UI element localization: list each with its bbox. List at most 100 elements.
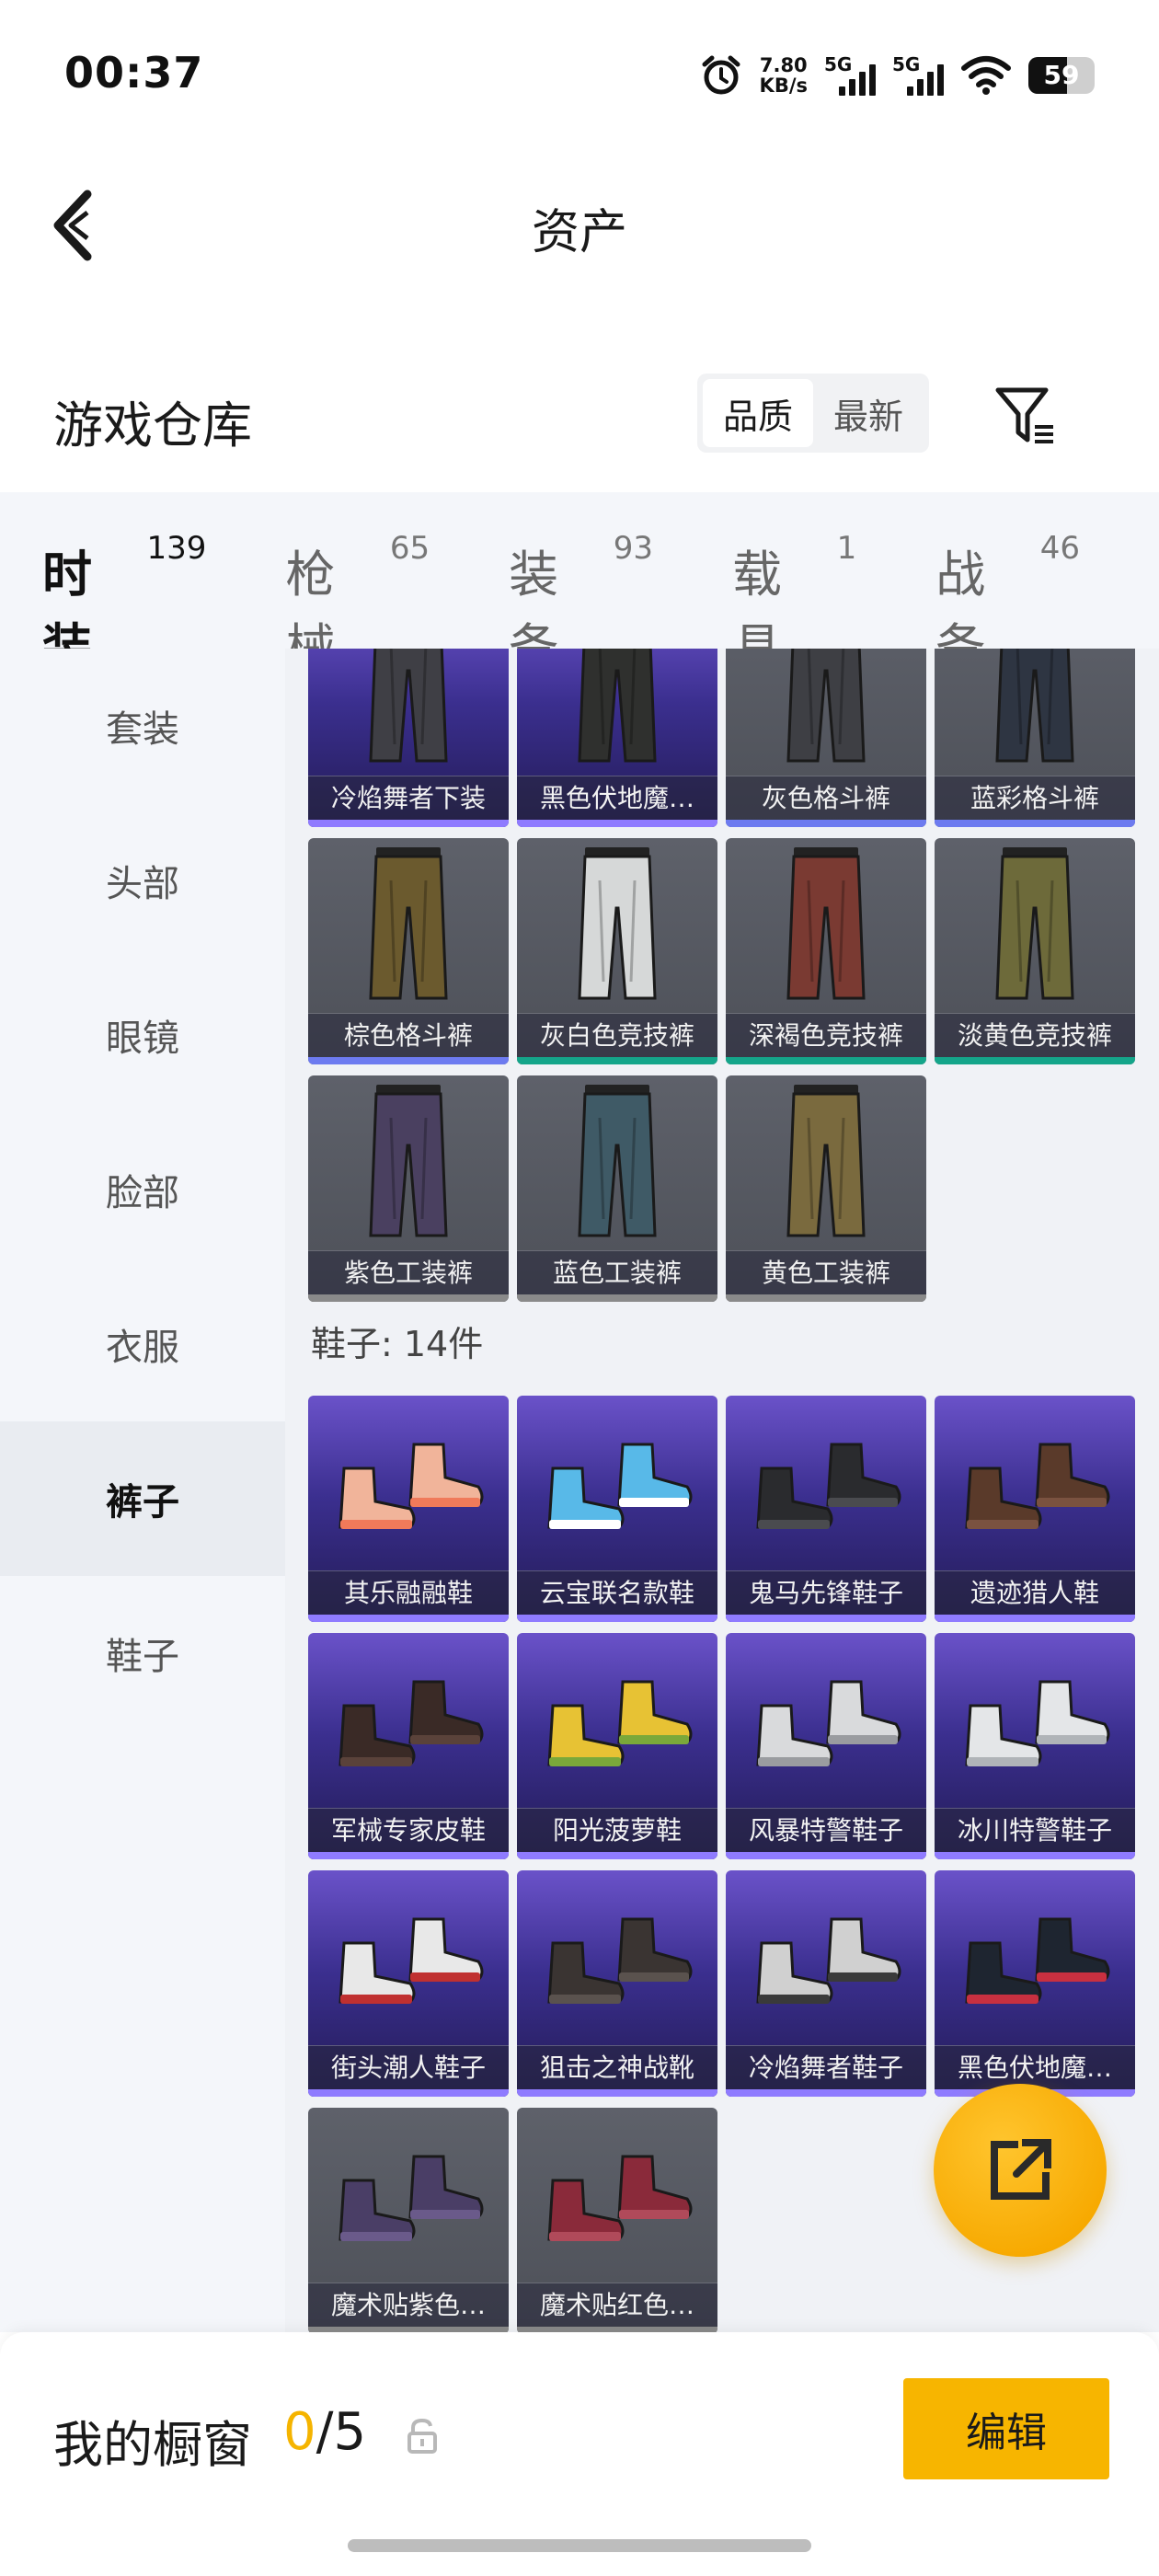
shoe-image [756, 1917, 901, 2004]
item-card[interactable]: 深褐色竞技裤 [726, 838, 926, 1064]
share-external-icon [991, 2139, 1051, 2200]
item-name: 蓝彩格斗裤 [935, 776, 1135, 820]
item-art [726, 649, 926, 774]
item-card[interactable]: 灰色格斗裤 [726, 649, 926, 827]
rarity-bar [726, 1615, 926, 1622]
item-card[interactable]: 魔术贴红色… [517, 2108, 717, 2332]
subcategory-shoes[interactable]: 鞋子 [0, 1576, 285, 1731]
status-time: 00:37 [64, 48, 204, 98]
item-art [517, 2108, 717, 2281]
item-card[interactable]: 淡黄色竞技裤 [935, 838, 1135, 1064]
item-art [308, 1870, 509, 2043]
rarity-bar [308, 1057, 509, 1064]
home-indicator[interactable] [348, 2539, 811, 2552]
item-card[interactable]: 冰川特警鞋子 [935, 1633, 1135, 1859]
item-name: 黄色工装裤 [726, 1250, 926, 1294]
item-card[interactable]: 遗迹猎人鞋 [935, 1396, 1135, 1622]
item-name: 紫色工装裤 [308, 1250, 509, 1294]
item-art [308, 1396, 509, 1569]
net-speed-value: 7.80 [759, 54, 808, 76]
item-card[interactable]: 其乐融融鞋 [308, 1396, 509, 1622]
item-card[interactable]: 蓝色工装裤 [517, 1075, 717, 1302]
subcategory-head[interactable]: 头部 [0, 803, 285, 958]
item-art [726, 1633, 926, 1806]
item-art [517, 1075, 717, 1248]
tab-tactical-gear[interactable]: 战备 46 [935, 530, 1080, 676]
wifi-icon [960, 55, 1012, 96]
item-name: 魔术贴紫色… [308, 2283, 509, 2327]
subcategory-pants[interactable]: 裤子 [0, 1421, 285, 1576]
rarity-bar [308, 2089, 509, 2097]
item-card[interactable]: 棕色格斗裤 [308, 838, 509, 1064]
item-card[interactable]: 狙击之神战靴 [517, 1870, 717, 2097]
shoe-image [339, 2155, 484, 2241]
rarity-bar [726, 1294, 926, 1302]
item-art [726, 1396, 926, 1569]
item-name: 冷焰舞者下装 [308, 776, 509, 820]
pants-image [578, 649, 657, 763]
signal-5g-icon: 5G [824, 53, 876, 98]
item-art [308, 838, 509, 1011]
rarity-bar [517, 2089, 717, 2097]
showcase-total: /5 [316, 2402, 367, 2462]
item-name: 蓝色工装裤 [517, 1250, 717, 1294]
item-card[interactable]: 蓝彩格斗裤 [935, 649, 1135, 827]
tab-fashion[interactable]: 时装 139 [42, 530, 206, 676]
item-card[interactable]: 云宝联名款鞋 [517, 1396, 717, 1622]
showcase-current: 0 [283, 2402, 316, 2462]
item-card[interactable]: 鬼马先锋鞋子 [726, 1396, 926, 1622]
subcategory-glasses[interactable]: 眼镜 [0, 958, 285, 1112]
page-title: 资产 [531, 205, 627, 260]
item-list[interactable]: 冷焰舞者下装 黑色伏地魔… 灰色格斗裤 蓝彩格斗裤 棕色格斗裤 灰白色竞技裤 深褐色竞技裤淡… [285, 649, 1159, 2332]
filter-button[interactable] [989, 379, 1062, 453]
alarm-clock-icon [699, 53, 743, 98]
subcategory-outfits[interactable]: 套装 [0, 649, 285, 803]
tab-count: 65 [389, 530, 430, 567]
item-card[interactable]: 黄色工装裤 [726, 1075, 926, 1302]
item-card[interactable]: 街头潮人鞋子 [308, 1870, 509, 2097]
item-card[interactable]: 冷焰舞者鞋子 [726, 1870, 926, 2097]
rarity-bar [935, 1615, 1135, 1622]
subcategory-face[interactable]: 脸部 [0, 1112, 285, 1267]
status-bar: 00:37 7.80 KB/s 5G 5G 59 [0, 0, 1159, 147]
item-card[interactable]: 阳光菠萝鞋 [517, 1633, 717, 1859]
pants-image [578, 847, 657, 1000]
rarity-bar [726, 820, 926, 827]
subcategory-clothes[interactable]: 衣服 [0, 1267, 285, 1421]
shoe-image [965, 1680, 1110, 1766]
item-name: 军械专家皮鞋 [308, 1808, 509, 1852]
tab-vehicles[interactable]: 载具 1 [732, 530, 856, 676]
shoe-image [339, 1680, 484, 1766]
item-card[interactable]: 风暴特警鞋子 [726, 1633, 926, 1859]
item-name: 狙击之神战靴 [517, 2045, 717, 2089]
pants-image [786, 649, 866, 763]
rarity-bar [517, 1294, 717, 1302]
sort-option-newest[interactable]: 最新 [813, 379, 924, 447]
rarity-bar [308, 820, 509, 827]
warehouse-header: 游戏仓库 品质 最新 [0, 359, 1159, 478]
item-art [935, 838, 1135, 1011]
pants-image [369, 649, 448, 763]
sort-option-quality[interactable]: 品质 [703, 379, 813, 447]
item-card[interactable]: 紫色工装裤 [308, 1075, 509, 1302]
item-art [726, 1075, 926, 1248]
item-name: 深褐色竞技裤 [726, 1013, 926, 1057]
tab-weapons[interactable]: 枪械 65 [285, 530, 430, 676]
item-card[interactable]: 黑色伏地魔… [935, 1870, 1135, 2097]
item-card[interactable]: 冷焰舞者下装 [308, 649, 509, 827]
share-button[interactable] [934, 2084, 1107, 2257]
tab-count: 1 [836, 530, 857, 567]
nav-bar: 资产 [0, 147, 1159, 304]
tab-equipment[interactable]: 装备 93 [509, 530, 653, 676]
item-name: 其乐融融鞋 [308, 1570, 509, 1615]
rarity-bar [517, 1852, 717, 1859]
item-card[interactable]: 灰白色竞技裤 [517, 838, 717, 1064]
edit-button[interactable]: 编辑 [903, 2378, 1109, 2479]
item-name: 灰白色竞技裤 [517, 1013, 717, 1057]
item-name: 魔术贴红色… [517, 2283, 717, 2327]
item-art [726, 1870, 926, 2043]
item-card[interactable]: 军械专家皮鞋 [308, 1633, 509, 1859]
showcase-label: 我的橱窗 [53, 2416, 252, 2474]
item-card[interactable]: 魔术贴紫色… [308, 2108, 509, 2332]
item-card[interactable]: 黑色伏地魔… [517, 649, 717, 827]
